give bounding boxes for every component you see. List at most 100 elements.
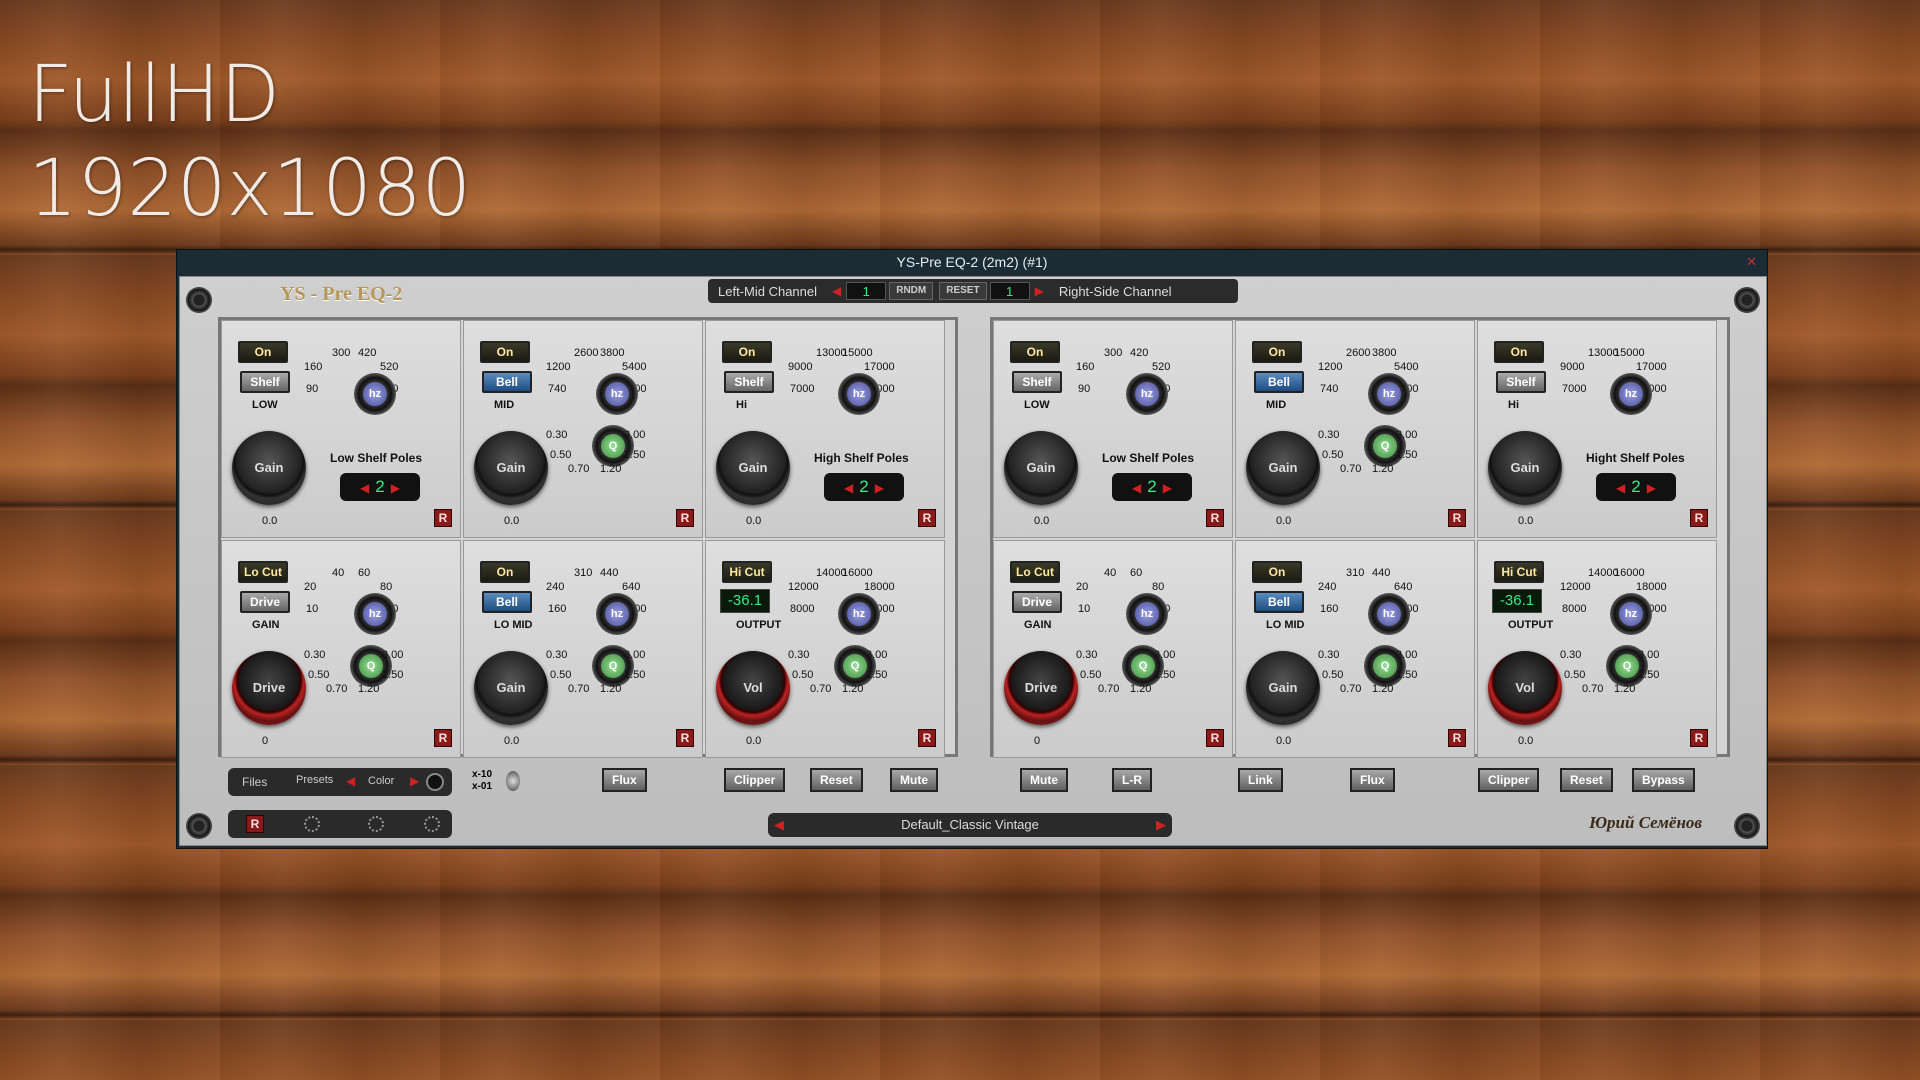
locut-main-knob[interactable]: Drive bbox=[232, 651, 306, 725]
lomid-reset-r-button[interactable]: R bbox=[676, 729, 694, 747]
toolbar-button-flux[interactable]: Flux bbox=[1350, 768, 1395, 792]
low-freq-knob[interactable]: hz bbox=[354, 373, 396, 415]
preset-selector[interactable]: ◀ Default_Classic Vintage ▶ bbox=[768, 813, 1172, 837]
toolbar-button-mute[interactable]: Mute bbox=[890, 768, 938, 792]
lomid-on-button[interactable]: On bbox=[1252, 561, 1302, 583]
hicut-on-button[interactable]: Hi Cut bbox=[722, 561, 772, 583]
hi-on-button[interactable]: On bbox=[722, 341, 772, 363]
low-poles-selector[interactable]: ◀ 2 ▶ bbox=[340, 473, 420, 501]
hi-poles-selector[interactable]: ◀ 2 ▶ bbox=[824, 473, 904, 501]
hicut-main-knob[interactable]: Vol bbox=[1488, 651, 1562, 725]
arrow-right-icon[interactable]: ▶ bbox=[869, 481, 890, 495]
arrow-right-icon[interactable]: ▶ bbox=[1157, 481, 1178, 495]
mid-reset-r-button[interactable]: R bbox=[1448, 509, 1466, 527]
arrow-right-icon[interactable]: ▶ bbox=[1156, 813, 1166, 837]
arrow-left-icon[interactable]: ◀ bbox=[827, 284, 846, 298]
toolbar-button-l-r[interactable]: L-R bbox=[1112, 768, 1152, 792]
arrow-left-icon[interactable]: ◀ bbox=[354, 481, 375, 495]
files-button[interactable]: Files bbox=[242, 775, 267, 789]
hi-reset-r-button[interactable]: R bbox=[1690, 509, 1708, 527]
lomid-reset-r-button[interactable]: R bbox=[1448, 729, 1466, 747]
low-poles-selector[interactable]: ◀ 2 ▶ bbox=[1112, 473, 1192, 501]
low-mode-button[interactable]: Shelf bbox=[240, 371, 290, 393]
locut-mode-button[interactable]: Drive bbox=[1012, 591, 1062, 613]
lomid-freq-knob[interactable]: hz bbox=[596, 593, 638, 635]
hi-main-knob[interactable]: Gain bbox=[716, 431, 790, 505]
lomid-mode-button[interactable]: Bell bbox=[482, 591, 532, 613]
presets-button[interactable]: Presets bbox=[296, 774, 333, 786]
locut-on-button[interactable]: Lo Cut bbox=[238, 561, 288, 583]
hi-poles-selector[interactable]: ◀ 2 ▶ bbox=[1596, 473, 1676, 501]
mid-main-knob[interactable]: Gain bbox=[474, 431, 548, 505]
hicut-reset-r-button[interactable]: R bbox=[918, 729, 936, 747]
toolbar-button-clipper[interactable]: Clipper bbox=[724, 768, 786, 792]
low-reset-r-button[interactable]: R bbox=[1206, 509, 1224, 527]
hi-on-button[interactable]: On bbox=[1494, 341, 1544, 363]
low-main-knob[interactable]: Gain bbox=[232, 431, 306, 505]
low-mode-button[interactable]: Shelf bbox=[1012, 371, 1062, 393]
mid-freq-knob[interactable]: hz bbox=[1368, 373, 1410, 415]
hi-mode-button[interactable]: Shelf bbox=[724, 371, 774, 393]
low-on-button[interactable]: On bbox=[238, 341, 288, 363]
arrow-right-icon[interactable]: ▶ bbox=[1641, 481, 1662, 495]
lomid-freq-knob[interactable]: hz bbox=[1368, 593, 1410, 635]
toggle-switch-icon[interactable] bbox=[506, 771, 520, 791]
arrow-left-icon[interactable]: ◀ bbox=[1126, 481, 1147, 495]
lomid-main-knob[interactable]: Gain bbox=[474, 651, 548, 725]
gear-icon[interactable] bbox=[304, 816, 320, 832]
gear-icon[interactable] bbox=[424, 816, 440, 832]
toolbar-button-clipper[interactable]: Clipper bbox=[1478, 768, 1540, 792]
arrow-left-icon[interactable]: ◀ bbox=[346, 774, 355, 788]
hicut-freq-knob[interactable]: hz bbox=[1610, 593, 1652, 635]
mid-mode-button[interactable]: Bell bbox=[482, 371, 532, 393]
lomid-on-button[interactable]: On bbox=[480, 561, 530, 583]
hi-reset-r-button[interactable]: R bbox=[918, 509, 936, 527]
reset-top-button[interactable]: RESET bbox=[939, 282, 987, 300]
hi-main-knob[interactable]: Gain bbox=[1488, 431, 1562, 505]
hi-freq-knob[interactable]: hz bbox=[1610, 373, 1652, 415]
mid-freq-knob[interactable]: hz bbox=[596, 373, 638, 415]
mid-on-button[interactable]: On bbox=[1252, 341, 1302, 363]
random-button[interactable]: RNDM bbox=[889, 282, 934, 300]
toolbar-button-reset[interactable]: Reset bbox=[810, 768, 863, 792]
mid-reset-r-button[interactable]: R bbox=[676, 509, 694, 527]
low-main-knob[interactable]: Gain bbox=[1004, 431, 1078, 505]
lomid-mode-button[interactable]: Bell bbox=[1254, 591, 1304, 613]
gear-icon[interactable] bbox=[368, 816, 384, 832]
low-on-button[interactable]: On bbox=[1010, 341, 1060, 363]
toolbar-button-flux[interactable]: Flux bbox=[602, 768, 647, 792]
locut-reset-r-button[interactable]: R bbox=[434, 729, 452, 747]
low-reset-r-button[interactable]: R bbox=[434, 509, 452, 527]
locut-freq-knob[interactable]: hz bbox=[354, 593, 396, 635]
arrow-right-icon[interactable]: ▶ bbox=[1030, 284, 1049, 298]
arrow-right-icon[interactable]: ▶ bbox=[410, 774, 419, 788]
arrow-left-icon[interactable]: ◀ bbox=[838, 481, 859, 495]
color-dot-icon[interactable] bbox=[426, 773, 444, 791]
arrow-left-icon[interactable]: ◀ bbox=[1610, 481, 1631, 495]
close-icon[interactable]: ✕ bbox=[1746, 254, 1757, 270]
hicut-freq-knob[interactable]: hz bbox=[838, 593, 880, 635]
mid-on-button[interactable]: On bbox=[480, 341, 530, 363]
arrow-right-icon[interactable]: ▶ bbox=[385, 481, 406, 495]
r-button[interactable]: R bbox=[246, 815, 264, 833]
locut-freq-knob[interactable]: hz bbox=[1126, 593, 1168, 635]
lomid-main-knob[interactable]: Gain bbox=[1246, 651, 1320, 725]
hi-freq-knob[interactable]: hz bbox=[838, 373, 880, 415]
hicut-reset-r-button[interactable]: R bbox=[1690, 729, 1708, 747]
locut-mode-button[interactable]: Drive bbox=[240, 591, 290, 613]
mid-main-knob[interactable]: Gain bbox=[1246, 431, 1320, 505]
color-button[interactable]: Color bbox=[368, 775, 394, 787]
arrow-left-icon[interactable]: ◀ bbox=[774, 813, 784, 837]
toolbar-button-link[interactable]: Link bbox=[1238, 768, 1283, 792]
hicut-main-knob[interactable]: Vol bbox=[716, 651, 790, 725]
toolbar-button-reset[interactable]: Reset bbox=[1560, 768, 1613, 792]
hicut-on-button[interactable]: Hi Cut bbox=[1494, 561, 1544, 583]
toolbar-button-bypass[interactable]: Bypass bbox=[1632, 768, 1695, 792]
locut-on-button[interactable]: Lo Cut bbox=[1010, 561, 1060, 583]
locut-reset-r-button[interactable]: R bbox=[1206, 729, 1224, 747]
toolbar-button-mute[interactable]: Mute bbox=[1020, 768, 1068, 792]
low-freq-knob[interactable]: hz bbox=[1126, 373, 1168, 415]
locut-main-knob[interactable]: Drive bbox=[1004, 651, 1078, 725]
mid-mode-button[interactable]: Bell bbox=[1254, 371, 1304, 393]
hi-mode-button[interactable]: Shelf bbox=[1496, 371, 1546, 393]
